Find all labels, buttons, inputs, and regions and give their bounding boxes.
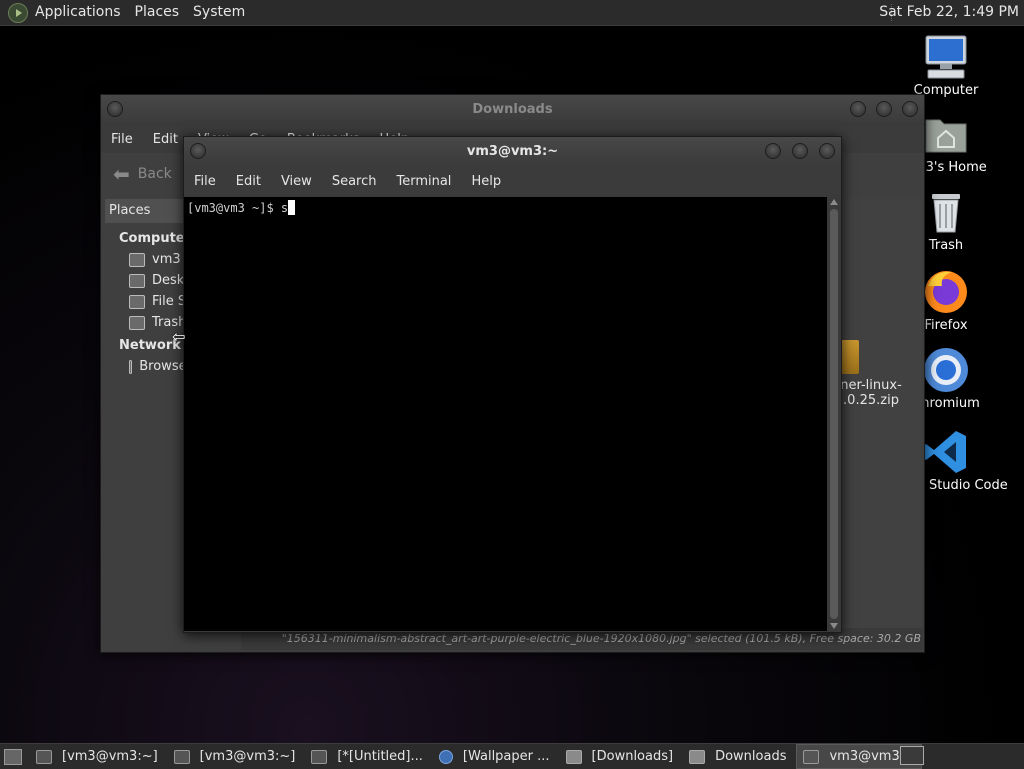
folder-icon	[689, 749, 706, 764]
folder-icon	[565, 749, 582, 764]
window-title: Downloads	[472, 102, 553, 117]
workspace-switcher[interactable]	[900, 746, 924, 765]
text-cursor	[288, 200, 296, 215]
sidebar-item-label: vm3	[152, 252, 181, 267]
task-label: [vm3@vm3:~]	[199, 749, 296, 764]
menu-help[interactable]: Help	[461, 174, 511, 189]
editor-icon	[311, 749, 328, 764]
menu-edit[interactable]: Edit	[226, 174, 271, 189]
applications-logo-icon[interactable]	[8, 2, 28, 23]
minimize-icon[interactable]	[765, 143, 781, 159]
menu-edit[interactable]: Edit	[143, 132, 188, 147]
network-icon	[129, 359, 133, 374]
drive-icon	[129, 294, 145, 309]
computer-icon	[922, 33, 970, 81]
task-label: [vm3@vm3:~]	[62, 749, 158, 764]
taskbar: [vm3@vm3:~] [vm3@vm3:~] [*[Untitled]... …	[0, 743, 1024, 769]
trash-icon	[129, 315, 145, 330]
scrollbar-thumb[interactable]	[830, 209, 838, 619]
back-arrow-icon[interactable]: ⬅	[113, 162, 130, 186]
desktop-icon	[129, 273, 145, 288]
task-label: [*[Untitled]...	[337, 749, 423, 764]
firefox-icon	[922, 268, 970, 316]
scroll-up-arrow-icon[interactable]	[830, 199, 838, 205]
home-icon	[129, 252, 145, 267]
applications-menu[interactable]: Applications	[28, 0, 128, 25]
window-menu-icon[interactable]	[107, 101, 123, 117]
task-downloads-1[interactable]: [Downloads]	[560, 745, 680, 768]
downloads-titlebar[interactable]: Downloads	[101, 95, 924, 125]
maximize-icon[interactable]	[792, 143, 808, 159]
home-folder-icon	[922, 110, 970, 158]
menu-view[interactable]: View	[271, 174, 322, 189]
task-editor[interactable]: [*[Untitled]...	[305, 745, 429, 768]
terminal-icon	[173, 749, 190, 764]
file-item-zip[interactable]: ner-linux- .0.25.zip	[831, 340, 911, 408]
close-icon[interactable]	[819, 143, 835, 159]
task-downloads-2[interactable]: Downloads	[683, 745, 792, 768]
vscode-icon	[922, 428, 970, 476]
places-menu[interactable]: Places	[128, 0, 187, 25]
maximize-icon[interactable]	[876, 101, 892, 117]
minimize-icon[interactable]	[850, 101, 866, 117]
menu-terminal[interactable]: Terminal	[386, 174, 461, 189]
task-label: Downloads	[715, 749, 787, 764]
clock[interactable]: Sat Feb 22, 1:49 PM	[879, 0, 1019, 25]
desktop-icon-computer[interactable]: Computer	[886, 33, 1006, 98]
back-button[interactable]: Back	[138, 166, 172, 182]
close-icon[interactable]	[902, 101, 918, 117]
task-label: [Wallpaper ...	[462, 749, 550, 764]
window-menu-icon[interactable]	[190, 143, 206, 159]
file-item-label: ner-linux- .0.25.zip	[840, 378, 902, 408]
mouse-pointer-icon: ⇦	[172, 327, 186, 346]
trash-icon	[922, 188, 970, 236]
task-label: [Downloads]	[591, 749, 674, 764]
scroll-down-arrow-icon[interactable]	[830, 623, 838, 629]
menu-file[interactable]: File	[184, 174, 226, 189]
terminal-window[interactable]: vm3@vm3:~ File Edit View Search Terminal…	[183, 136, 842, 633]
terminal-menubar: File Edit View Search Terminal Help	[184, 167, 841, 195]
terminal-titlebar[interactable]: vm3@vm3:~	[184, 137, 841, 167]
terminal-scrollbar[interactable]	[827, 197, 841, 631]
window-title: vm3@vm3:~	[466, 144, 559, 159]
top-panel: Applications Places System Sat Feb 22, 1…	[0, 0, 1024, 26]
terminal-icon	[803, 749, 820, 764]
menu-search[interactable]: Search	[322, 174, 387, 189]
terminal-prompt-line: [vm3@vm3 ~]$ s	[187, 201, 289, 215]
chromium-icon	[438, 749, 453, 764]
show-desktop-icon[interactable]	[4, 748, 22, 765]
system-menu[interactable]: System	[186, 0, 252, 25]
terminal-output[interactable]: [vm3@vm3 ~]$ s	[184, 197, 827, 631]
terminal-icon	[36, 749, 52, 764]
menu-file[interactable]: File	[101, 132, 143, 147]
task-terminal-1[interactable]: [vm3@vm3:~]	[30, 745, 164, 768]
task-terminal-2[interactable]: [vm3@vm3:~]	[168, 745, 302, 768]
chromium-icon	[922, 346, 970, 394]
task-chromium[interactable]: [Wallpaper ...	[433, 745, 556, 768]
